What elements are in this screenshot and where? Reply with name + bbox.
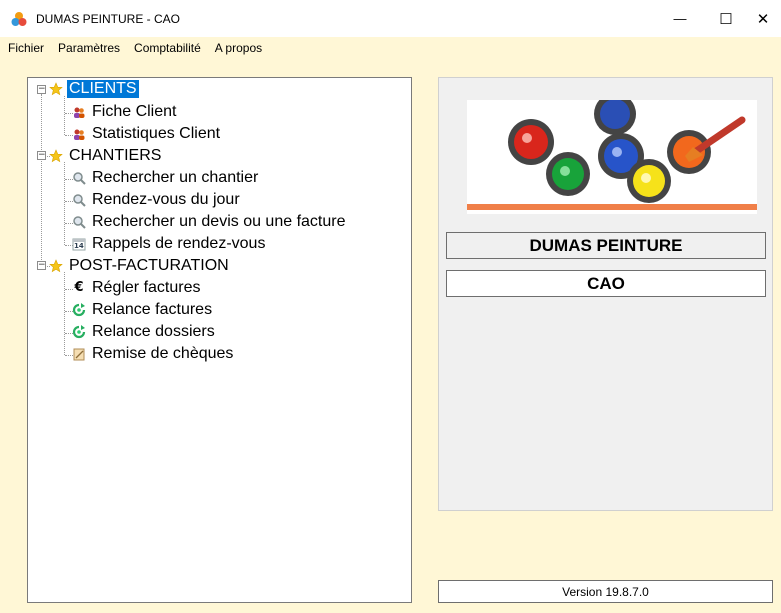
tree-group-label: CHANTIERS [69,147,162,164]
magnifier-icon [72,171,86,185]
collapse-chantiers-icon[interactable]: − [37,151,46,160]
calendar-day-text: 14 [74,242,84,250]
version-label: Version 19.8.7.0 [438,580,773,603]
tree-group-chantiers[interactable]: CHANTIERS [49,145,163,167]
title-bar: DUMAS PEINTURE - CAO — ☐ ✕ [0,0,781,37]
tree-item-label: Rechercher un devis ou une facture [92,213,346,230]
tree-item-label: Relance dossiers [92,323,215,340]
tree-item-rechercher-chantier[interactable]: Rechercher un chantier [72,167,260,189]
tree-branch-line [64,96,65,135]
notepad-icon [72,347,86,361]
tree-group-clients[interactable]: CLIENTS [49,78,139,100]
tree-item-fiche-client[interactable]: Fiche Client [72,101,178,123]
people-icon [72,105,86,119]
tree-item-label: Rendez-vous du jour [92,191,240,208]
euro-icon: € [74,280,84,295]
tree-item-label: Fiche Client [92,103,177,120]
refresh-icon [72,303,86,317]
tree-branch-line [64,162,65,245]
tree-item-label: Remise de chèques [92,345,234,362]
tree-group-post-facturation[interactable]: POST-FACTURATION [49,255,231,277]
menu-parametres[interactable]: Paramètres [52,41,126,55]
menu-a-propos[interactable]: A propos [209,41,268,55]
refresh-icon [72,325,86,339]
minimize-button[interactable]: — [657,0,703,37]
maximize-icon: ☐ [719,10,733,28]
tree-item-rappels-rendez-vous[interactable]: 14 Rappels de rendez-vous [72,233,267,255]
window-title: DUMAS PEINTURE - CAO [36,12,181,26]
menu-fichier[interactable]: Fichier [2,41,50,55]
collapse-post-facturation-icon[interactable]: − [37,261,46,270]
paint-pots-image [467,100,757,214]
tree-group-label: CLIENTS [67,80,139,98]
tree-branch-line [64,272,65,355]
magnifier-icon [72,215,86,229]
tree-item-statistiques-client[interactable]: Statistiques Client [72,123,222,145]
tree-item-remise-cheques[interactable]: Remise de chèques [72,343,235,365]
people-icon [72,127,86,141]
star-icon [49,82,63,96]
tree-item-relance-factures[interactable]: Relance factures [72,299,214,321]
tree-item-label: Relance factures [92,301,213,318]
star-icon [49,149,63,163]
star-icon [49,259,63,273]
collapse-clients-icon[interactable]: − [37,85,46,94]
tree-item-label: Rechercher un chantier [92,169,259,186]
minimize-icon: — [673,11,687,26]
tree-item-regler-factures[interactable]: € Régler factures [72,277,203,299]
menu-comptabilite[interactable]: Comptabilité [128,41,207,55]
tree-item-label: Statistiques Client [92,125,221,142]
tree-group-label: POST-FACTURATION [69,257,229,274]
calendar-icon: 14 [72,237,86,251]
tree-root-line [41,94,42,270]
close-icon: ✕ [756,10,770,28]
company-name-box: DUMAS PEINTURE [446,232,766,259]
tree-item-label: Régler factures [92,279,201,296]
magnifier-icon [72,193,86,207]
tree-item-rendez-vous-jour[interactable]: Rendez-vous du jour [72,189,242,211]
navigation-tree[interactable]: − CLIENTS Fiche Client Statistiques Clie… [27,77,412,603]
close-button[interactable]: ✕ [740,0,781,37]
tree-item-relance-dossiers[interactable]: Relance dossiers [72,321,217,343]
app-logo-icon [11,12,27,26]
tree-item-rechercher-devis[interactable]: Rechercher un devis ou une facture [72,211,347,233]
product-name-box: CAO [446,270,766,297]
tree-item-label: Rappels de rendez-vous [92,235,266,252]
menu-bar: Fichier Paramètres Comptabilité A propos [0,37,781,59]
